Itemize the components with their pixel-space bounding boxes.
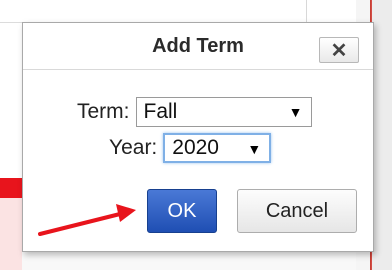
ok-button[interactable]: OK [147, 189, 217, 233]
term-label: Term: [77, 100, 130, 123]
title-divider [23, 69, 373, 70]
cancel-button[interactable]: Cancel [237, 189, 357, 233]
dialog-titlebar: Add Term ✕ [23, 23, 373, 69]
year-row: Year: 2020 ▼ [109, 133, 272, 163]
background-footer [22, 252, 356, 270]
red-arrow-icon [38, 204, 136, 236]
chevron-down-icon: ▼ [247, 141, 262, 157]
term-row: Term: Fall ▼ [77, 97, 312, 127]
close-icon: ✕ [330, 39, 348, 62]
year-label: Year: [109, 136, 158, 159]
term-select[interactable]: Fall ▼ [135, 97, 312, 127]
close-button[interactable]: ✕ [319, 37, 359, 63]
background-header [0, 0, 392, 23]
year-select-value: 2020 [172, 136, 219, 159]
term-select-value: Fall [143, 100, 178, 123]
background-red-marker [0, 178, 22, 198]
year-select[interactable]: 2020 ▼ [163, 133, 272, 163]
background-highlight [0, 198, 22, 270]
chevron-down-icon: ▼ [288, 104, 303, 120]
